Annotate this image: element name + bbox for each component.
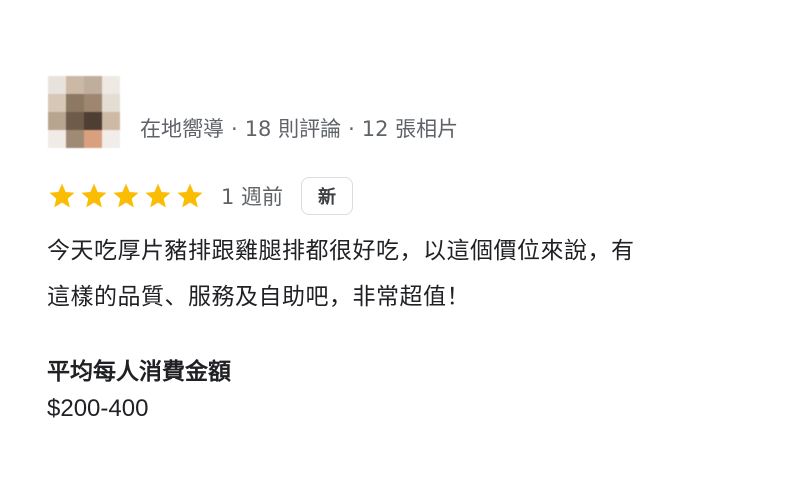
star-icon <box>145 183 171 208</box>
star-icon <box>177 183 203 208</box>
new-badge: 新 <box>301 177 354 215</box>
avatar[interactable] <box>48 76 120 148</box>
price-title: 平均每人消費金額 <box>47 359 231 385</box>
avatar-pixel <box>102 76 120 94</box>
avatar-pixel <box>66 94 84 112</box>
review-count: 18 則評論 <box>244 117 342 141</box>
avatar-pixel <box>84 130 102 148</box>
review-text-line: 今天吃厚片豬排跟雞腿排都很好吃，以這個價位來說，有 <box>47 238 635 264</box>
avatar-pixel <box>48 94 66 112</box>
review-text: 今天吃厚片豬排跟雞腿排都很好吃，以這個價位來說，有 這樣的品質、服務及自助吧，非… <box>47 228 787 320</box>
reviewer-meta: 在地嚮導 · 18 則評論 · 12 張相片 <box>140 113 458 143</box>
avatar-pixel <box>84 94 102 112</box>
star-icon <box>81 183 107 208</box>
price-value: $200-400 <box>47 395 149 422</box>
avatar-pixel <box>102 130 120 148</box>
star-icon <box>49 183 75 208</box>
separator: · <box>231 117 238 141</box>
photo-count: 12 張相片 <box>361 117 459 141</box>
avatar-pixel <box>84 112 102 130</box>
separator: · <box>348 117 355 141</box>
reviewer-badge: 在地嚮導 <box>140 117 224 141</box>
review-time: 1 週前 <box>221 185 284 209</box>
avatar-pixel <box>66 130 84 148</box>
avatar-pixel <box>66 76 84 94</box>
star-rating <box>47 181 205 211</box>
avatar-pixel <box>102 112 120 130</box>
rating-row: 1 週前 新 <box>47 176 354 216</box>
review-text-line: 這樣的品質、服務及自助吧，非常超值！ <box>47 284 470 310</box>
avatar-pixel <box>84 76 102 94</box>
avatar-pixel <box>48 130 66 148</box>
star-icon <box>113 183 139 208</box>
avatar-pixel <box>48 76 66 94</box>
avatar-pixel <box>48 112 66 130</box>
avatar-pixel <box>102 94 120 112</box>
avatar-pixel <box>66 112 84 130</box>
